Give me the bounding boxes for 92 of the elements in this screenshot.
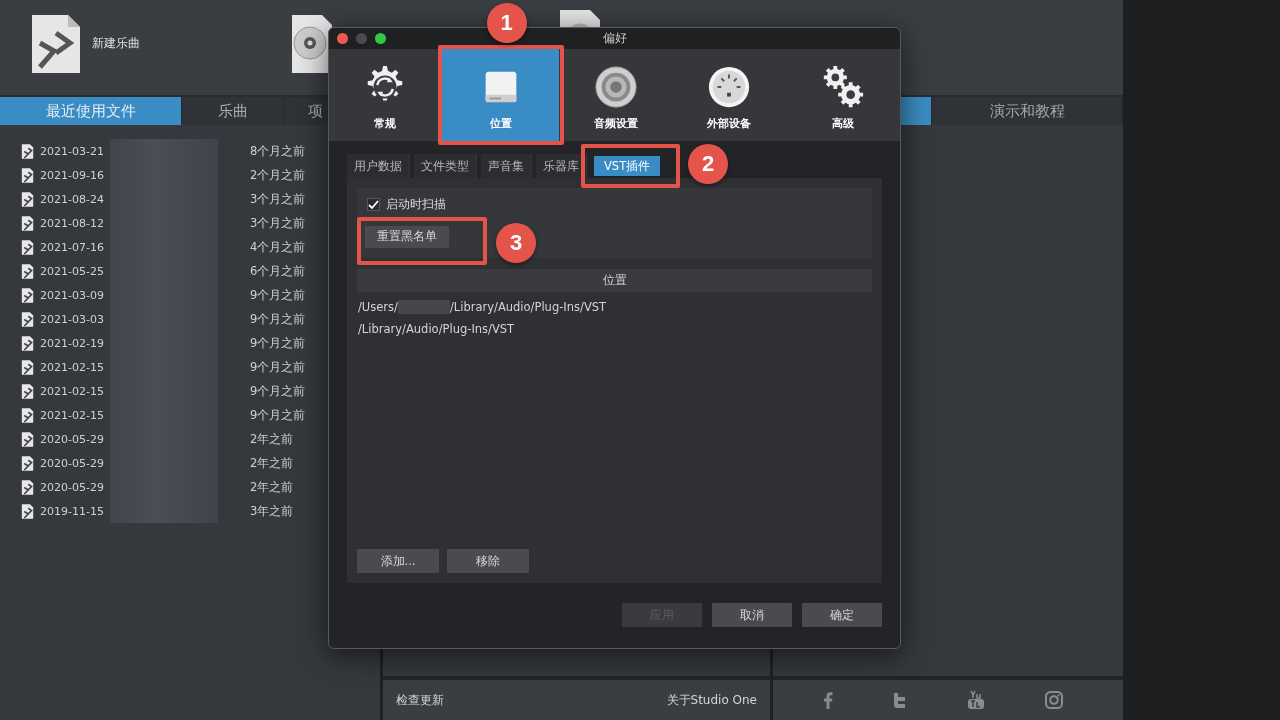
- path-text: /Library/Audio/Plug-Ins/VST: [358, 322, 515, 336]
- song-file-icon: [21, 478, 34, 496]
- file-age: 9个月之前: [250, 383, 306, 399]
- file-age: 9个月之前: [250, 335, 306, 351]
- about-link[interactable]: 关于Studio One: [666, 691, 757, 709]
- file-date[interactable]: 2019-11-15: [40, 504, 110, 518]
- file-date[interactable]: 2020-05-29: [40, 456, 110, 470]
- disc-document-icon[interactable]: [290, 13, 334, 75]
- column-header: 位置: [357, 269, 872, 292]
- checkbox-label: 启动时扫描: [386, 196, 446, 213]
- song-file-icon: [21, 334, 34, 352]
- file-date[interactable]: 2021-03-09: [40, 288, 110, 302]
- list-button[interactable]: 移除: [447, 549, 529, 573]
- file-age: 8个月之前: [250, 143, 306, 159]
- file-age: 3个月之前: [250, 215, 306, 231]
- file-age: 2个月之前: [250, 167, 306, 183]
- song-file-icon: [21, 310, 34, 328]
- instagram-icon[interactable]: [1045, 691, 1063, 709]
- tab[interactable]: 声音集: [481, 154, 532, 178]
- dialog-button[interactable]: 取消: [712, 603, 792, 627]
- file-age: 2年之前: [250, 479, 294, 495]
- file-date[interactable]: 2020-05-29: [40, 480, 110, 494]
- close-button[interactable]: [337, 33, 348, 44]
- file-age: 9个月之前: [250, 359, 306, 375]
- file-age: 3年之前: [250, 503, 294, 519]
- file-date[interactable]: 2021-05-25: [40, 264, 110, 278]
- tab[interactable]: 乐器库: [536, 154, 587, 178]
- file-age: 6个月之前: [250, 263, 306, 279]
- tab[interactable]: 文件类型: [414, 154, 477, 178]
- preferences-section[interactable]: 常规: [329, 49, 442, 141]
- file-date[interactable]: 2021-08-12: [40, 216, 110, 230]
- file-date[interactable]: 2021-07-16: [40, 240, 110, 254]
- file-date[interactable]: 2021-08-24: [40, 192, 110, 206]
- speaker-icon: [593, 63, 639, 110]
- file-age: 4个月之前: [250, 239, 306, 255]
- file-age: 9个月之前: [250, 287, 306, 303]
- file-date[interactable]: 2021-03-03: [40, 312, 110, 326]
- file-date[interactable]: 2021-03-21: [40, 144, 110, 158]
- check-updates-link[interactable]: 检查更新: [396, 691, 444, 709]
- file-date[interactable]: 2021-02-15: [40, 408, 110, 422]
- checkmark-icon: [368, 199, 379, 210]
- file-age: 9个月之前: [250, 407, 306, 423]
- file-date[interactable]: 2021-02-15: [40, 360, 110, 374]
- file-date[interactable]: 2021-09-16: [40, 168, 110, 182]
- section-label: 位置: [489, 115, 512, 131]
- file-age: 3个月之前: [250, 191, 306, 207]
- dialog-button[interactable]: 确定: [802, 603, 882, 627]
- file-age: 9个月之前: [250, 311, 306, 327]
- file-age: 2年之前: [250, 455, 294, 471]
- tab[interactable]: 乐曲: [182, 97, 284, 125]
- song-file-icon: [21, 406, 34, 424]
- file-age: 2年之前: [250, 431, 294, 447]
- document-icon[interactable]: [558, 8, 602, 28]
- preferences-section[interactable]: 音频设置: [559, 49, 673, 141]
- zoom-button[interactable]: [375, 33, 386, 44]
- song-file-icon: [21, 286, 34, 304]
- song-file-icon: [21, 262, 34, 280]
- reset-blacklist-button[interactable]: 重置黑名单: [365, 225, 449, 248]
- file-date[interactable]: 2020-05-29: [40, 432, 110, 446]
- callout-number: 2: [688, 144, 729, 184]
- callout-number: 3: [496, 223, 536, 263]
- preferences-section[interactable]: 外部设备: [673, 49, 786, 141]
- new-song-label: 新建乐曲: [92, 35, 140, 52]
- tab[interactable]: 演示和教程: [932, 97, 1123, 125]
- song-file-icon: [21, 190, 34, 208]
- preferences-section[interactable]: 高级: [786, 49, 899, 141]
- song-file-icon: [21, 238, 34, 256]
- twitter-icon[interactable]: [893, 691, 907, 709]
- file-date[interactable]: 2021-02-15: [40, 384, 110, 398]
- section-label: 常规: [374, 115, 397, 131]
- checkbox[interactable]: [367, 198, 380, 211]
- tab[interactable]: VST插件: [594, 156, 661, 176]
- song-file-icon: [21, 214, 34, 232]
- song-file-icon: [21, 502, 34, 520]
- song-file-icon: [21, 382, 34, 400]
- path-text: /Library/Audio/Plug-Ins/VST: [449, 300, 607, 314]
- song-file-icon: [21, 430, 34, 448]
- tab[interactable]: 用户数据: [347, 154, 410, 178]
- list-button[interactable]: 添加...: [357, 549, 439, 573]
- section-label: 高级: [831, 115, 854, 131]
- song-file-icon: [21, 454, 34, 472]
- section-label: 音频设置: [594, 115, 638, 131]
- section-label: 外部设备: [707, 115, 752, 131]
- facebook-icon[interactable]: [823, 691, 833, 709]
- file-date[interactable]: 2021-02-19: [40, 336, 110, 350]
- youtube-icon[interactable]: [967, 690, 985, 710]
- dialog-title: 偏好: [602, 30, 627, 47]
- song-file-icon: [21, 358, 34, 376]
- song-file-icon: [21, 142, 34, 160]
- song-file-icon: [21, 166, 34, 184]
- song-document-icon[interactable]: [30, 13, 82, 75]
- path-text: /Users/: [358, 300, 398, 314]
